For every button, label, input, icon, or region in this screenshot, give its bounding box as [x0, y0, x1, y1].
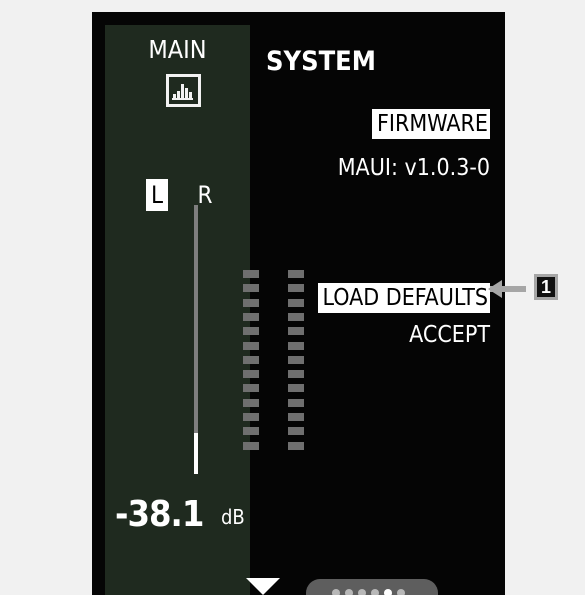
right-meter-segment — [288, 370, 304, 379]
device-screen: MAIN L R -38.1 dB SYSTEM FIRMWARE MAUI: … — [92, 12, 505, 595]
page-dot[interactable] — [371, 589, 379, 595]
channel-labels: L R — [105, 179, 250, 211]
page-dot[interactable] — [358, 589, 366, 595]
page-dot[interactable] — [345, 589, 353, 595]
left-meter-segment — [243, 441, 259, 450]
right-meter-segment — [288, 427, 304, 436]
load-defaults-menu-item[interactable]: LOAD DEFAULTS — [317, 283, 490, 313]
right-meter-segment — [288, 384, 304, 393]
right-channel-label: R — [197, 181, 213, 209]
left-meter-segment — [243, 355, 259, 364]
right-meter-segment — [288, 270, 304, 278]
right-meter-segment — [288, 441, 304, 450]
down-arrow-icon[interactable] — [246, 578, 280, 595]
level-unit: dB — [221, 505, 245, 529]
left-meter-segment — [243, 427, 259, 436]
firmware-version: MAUI: v1.0.3-0 — [337, 155, 490, 181]
right-meter-segment — [288, 398, 304, 407]
left-meter-segment — [243, 270, 259, 278]
right-meter-segment — [288, 341, 304, 350]
firmware-menu-item[interactable]: FIRMWARE — [371, 109, 490, 139]
callout-arrow-icon — [488, 280, 502, 298]
right-meter-segment — [288, 284, 304, 293]
left-meter-segment — [243, 327, 259, 336]
accept-button[interactable]: ACCEPT — [409, 320, 490, 350]
left-meter-segment — [243, 298, 259, 307]
left-meter-segment — [243, 398, 259, 407]
meter-divider — [194, 205, 198, 460]
right-level-meter — [288, 270, 304, 460]
left-level-meter — [243, 270, 259, 460]
left-meter-segment — [243, 341, 259, 350]
system-title: SYSTEM — [266, 46, 376, 77]
right-meter-segment — [288, 298, 304, 307]
left-meter-segment — [243, 370, 259, 379]
page-indicator[interactable] — [306, 579, 438, 595]
active-page-dot[interactable] — [384, 589, 392, 595]
left-channel-label: L — [146, 179, 168, 211]
meter-peak-marker — [194, 433, 198, 474]
page-dot[interactable] — [332, 589, 340, 595]
main-label: MAIN — [148, 35, 207, 64]
left-meter-segment — [243, 284, 259, 293]
right-meter-segment — [288, 312, 304, 321]
callout-number-badge: 1 — [534, 274, 558, 300]
right-meter-segment — [288, 413, 304, 421]
level-value: -38.1 — [115, 494, 204, 535]
left-meter-segment — [243, 384, 259, 393]
equalizer-bars-icon — [166, 74, 201, 107]
right-meter-segment — [288, 355, 304, 364]
left-meter-segment — [243, 413, 259, 421]
right-meter-segment — [288, 327, 304, 336]
level-readout: -38.1 dB — [105, 495, 250, 535]
page-dot[interactable] — [397, 589, 405, 595]
main-meter-panel: MAIN L R -38.1 dB — [105, 25, 250, 595]
left-meter-segment — [243, 312, 259, 321]
